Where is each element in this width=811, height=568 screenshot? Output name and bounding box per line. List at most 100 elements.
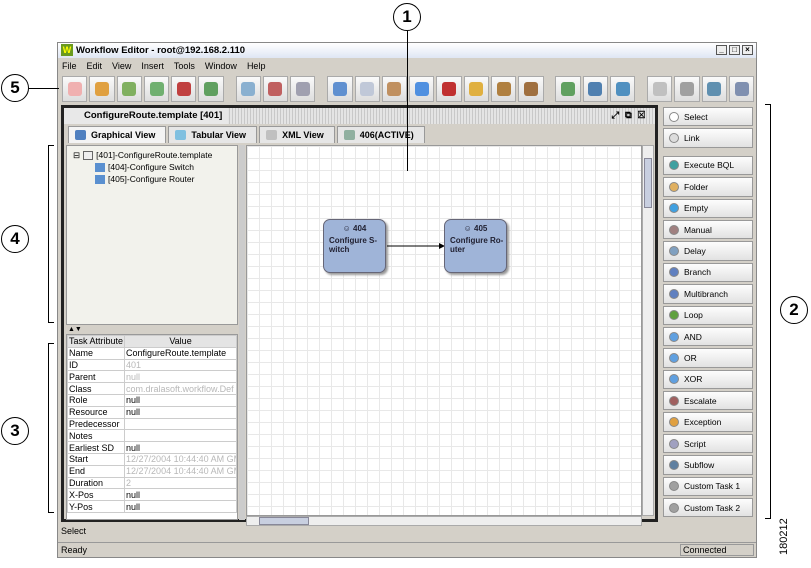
menu-view[interactable]: View [112,59,131,73]
palette-and[interactable]: AND [663,326,753,347]
tab-xml-view[interactable]: XML View [259,126,335,143]
palette-escalate[interactable]: Escalate [663,391,753,411]
package-button[interactable] [490,76,517,102]
attribute-value[interactable]: null [124,370,238,384]
menu-edit[interactable]: Edit [87,59,103,73]
palette-loop[interactable]: Loop [663,305,753,325]
attribute-value[interactable] [124,429,238,443]
palette-select[interactable]: Select [663,107,753,127]
attribute-value[interactable]: ConfigureRoute.template [124,346,238,360]
attribute-value[interactable]: 401 [124,358,238,372]
attribute-value[interactable]: null [124,441,238,454]
attribute-value[interactable]: 2 [124,476,238,490]
package-down-button[interactable] [518,76,544,102]
workflow-node[interactable]: ☺ 404 Configure S- witch [323,219,386,273]
table-row[interactable]: Earliest SD null [66,441,238,454]
palette-delay[interactable]: Delay [663,241,753,261]
upload-button[interactable] [143,76,170,102]
attribute-value[interactable]: 12/27/2004 10:44:40 AM GM [124,452,238,466]
table-row[interactable]: Resource null [66,405,238,419]
attribute-value[interactable]: null [124,405,238,419]
gear-stop-button[interactable] [262,76,289,102]
paste-button[interactable] [381,76,408,102]
table-row[interactable]: End 12/27/2004 10:44:40 AM GM [66,464,238,478]
delete-button[interactable] [436,76,462,102]
tree-item[interactable]: [404]-Configure Switch [73,161,231,173]
attribute-value[interactable]: null [124,488,238,502]
workflow-node[interactable]: ☺ 405 Configure Ro- uter [444,219,507,273]
zoom-out-button[interactable] [582,76,608,102]
menu-file[interactable]: File [62,59,77,73]
table-row[interactable]: Name ConfigureRoute.template [66,346,238,360]
palette-link[interactable]: Link [663,128,753,148]
close-button[interactable]: × [742,45,753,55]
table-row[interactable]: Duration 2 [66,476,238,490]
vertical-scrollbar[interactable] [642,145,654,516]
layout-button[interactable] [409,76,435,102]
palette-execute-bql[interactable]: Execute BQL [663,155,753,176]
table-row[interactable]: ID 401 [66,358,238,372]
gear-settings-button[interactable] [290,76,316,102]
gear-button[interactable] [235,76,261,102]
table-row[interactable]: Y-Pos null [66,500,238,513]
palette-or[interactable]: OR [663,348,753,368]
palette-empty[interactable]: Empty [663,198,753,218]
palette-subflow[interactable]: Subflow [663,455,753,475]
workflow-canvas[interactable]: ☺ 404 Configure S- witch ☺ 405 Configure R… [246,145,642,516]
maximize-button[interactable]: □ [729,45,740,55]
palette-custom-task-2[interactable]: Custom Task 2 [663,498,753,518]
palette-script[interactable]: Script [663,433,753,454]
open-button[interactable] [89,76,115,102]
settings-button[interactable] [728,76,755,102]
palette-multibranch[interactable]: Multibranch [663,284,753,304]
attribute-value[interactable]: com.dralasoft.workflow.Def [124,382,238,395]
palette-xor[interactable]: XOR [663,369,753,390]
attribute-value[interactable]: null [124,500,238,513]
palette-folder[interactable]: Folder [663,177,753,197]
tab-graphical-view[interactable]: Graphical View [68,126,167,143]
new-button[interactable] [62,76,88,102]
menu-help[interactable]: Help [247,59,266,73]
cut-button[interactable] [327,76,353,102]
user-gear-button[interactable] [701,76,727,102]
tab-tabular-view[interactable]: Tabular View [168,126,258,143]
copy-button[interactable] [354,76,380,102]
vertical-splitter[interactable] [239,145,245,520]
menu-window[interactable]: Window [205,59,237,73]
horizontal-scrollbar[interactable] [246,516,642,526]
attribute-value[interactable] [124,417,238,431]
splitter-arrows[interactable]: ▲▼ [68,326,82,333]
print-button[interactable] [674,76,700,102]
download-button[interactable] [116,76,142,102]
tab-icon [343,130,355,140]
link-arrow[interactable] [387,241,445,251]
menu-tools[interactable]: Tools [174,59,195,73]
grid-button[interactable] [647,76,673,102]
tree-item[interactable]: [405]-Configure Router [73,173,231,185]
zoom-in-button[interactable] [555,76,581,102]
table-row[interactable]: Start 12/27/2004 10:44:40 AM GM [66,452,238,466]
table-row[interactable]: Class com.dralasoft.workflow.Def [66,382,238,395]
attribute-value[interactable]: 12/27/2004 10:44:40 AM GM [124,464,238,478]
palette-exception[interactable]: Exception [663,412,753,432]
table-row[interactable]: Parent null [66,370,238,384]
table-row[interactable]: Role null [66,393,238,407]
table-row[interactable]: Predecessor [66,417,238,431]
column-header[interactable]: Value [124,335,238,348]
palette-manual[interactable]: Manual [663,219,753,240]
run-button[interactable] [198,76,224,102]
tab-406-active-[interactable]: 406(ACTIVE) [336,126,425,143]
table-row[interactable]: Notes [66,429,238,443]
palette-custom-task-1[interactable]: Custom Task 1 [663,476,753,497]
minimize-button[interactable]: _ [716,45,727,55]
frame-controls[interactable]: ⤢⧉☒ [611,108,651,124]
column-header[interactable]: Task Attribute [66,335,126,348]
palette-branch[interactable]: Branch [663,262,753,283]
tree-root[interactable]: ⊟ [401]-ConfigureRoute.template [73,149,231,161]
zoom-fit-button[interactable] [609,76,636,102]
folder-up-button[interactable] [463,76,489,102]
table-row[interactable]: X-Pos null [66,488,238,502]
delete-file-button[interactable] [171,76,197,102]
menu-insert[interactable]: Insert [141,59,164,73]
attribute-value[interactable]: null [124,393,238,407]
